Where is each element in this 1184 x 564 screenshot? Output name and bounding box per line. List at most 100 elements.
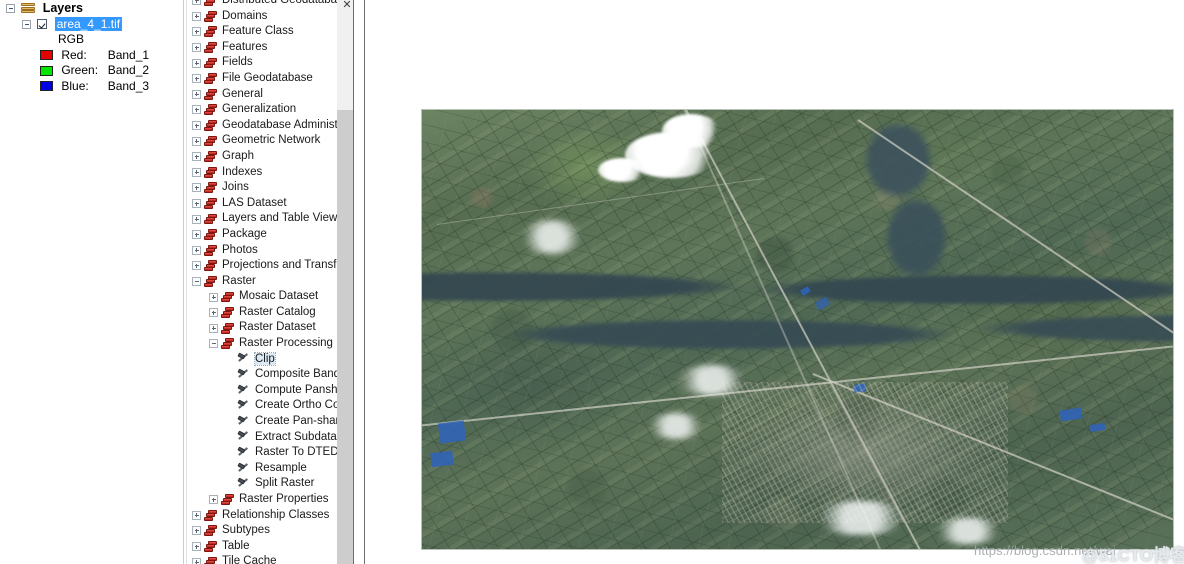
- tree-item-generalization[interactable]: Generalization: [188, 102, 348, 118]
- tree-item-domains[interactable]: Domains: [188, 9, 348, 25]
- tree-item-relationship-classes[interactable]: Relationship Classes: [188, 508, 348, 524]
- tree-item-label: Raster: [222, 274, 256, 287]
- tree-item-distributed-geodataba[interactable]: Distributed Geodataba: [188, 0, 348, 9]
- map-data-view[interactable]: [366, 0, 1184, 564]
- expand-icon[interactable]: [192, 261, 201, 271]
- close-icon[interactable]: ✕: [340, 0, 354, 11]
- tree-item-graph[interactable]: Graph: [188, 149, 348, 165]
- expand-icon[interactable]: [192, 557, 201, 564]
- tree-item-raster-to-dted[interactable]: Raster To DTED: [188, 445, 348, 461]
- red-color-swatch[interactable]: [40, 50, 53, 61]
- layer-visibility-checkbox[interactable]: [37, 19, 48, 30]
- tree-item-photos[interactable]: Photos: [188, 243, 348, 259]
- expand-icon[interactable]: [192, 11, 201, 21]
- arcmap-window: Layers area_4_1.tif RGB Red: Band_1 Gree…: [0, 0, 1184, 564]
- green-color-swatch[interactable]: [40, 65, 53, 76]
- expand-icon[interactable]: [192, 214, 201, 224]
- tree-item-create-ortho-co[interactable]: Create Ortho Co: [188, 398, 348, 414]
- tree-item-create-pan-shar[interactable]: Create Pan-shar: [188, 414, 348, 430]
- toc-band-green[interactable]: Green: Band_2: [0, 63, 183, 79]
- expand-icon[interactable]: [192, 152, 201, 162]
- expand-icon[interactable]: [192, 58, 201, 68]
- tree-item-composite-band[interactable]: Composite Band: [188, 367, 348, 383]
- expand-icon[interactable]: [192, 27, 201, 37]
- tree-item-mosaic-dataset[interactable]: Mosaic Dataset: [188, 289, 348, 305]
- tree-item-raster-properties[interactable]: Raster Properties: [188, 492, 348, 508]
- toc-band-red[interactable]: Red: Band_1: [0, 48, 183, 64]
- tool-icon: [237, 384, 251, 397]
- tree-item-general[interactable]: General: [188, 87, 348, 103]
- toc-band-blue[interactable]: Blue: Band_3: [0, 79, 183, 95]
- expand-icon[interactable]: [192, 89, 201, 99]
- expand-icon[interactable]: [209, 495, 218, 505]
- expand-icon[interactable]: [192, 245, 201, 255]
- expand-icon[interactable]: [192, 510, 201, 520]
- toolbox-tree-list: Distributed Geodataba Domains Feature Clas…: [188, 0, 348, 564]
- tree-scrollbar-track[interactable]: [337, 0, 353, 564]
- tree-item-geometric-network[interactable]: Geometric Network: [188, 133, 348, 149]
- expand-icon[interactable]: [192, 183, 201, 193]
- collapse-icon[interactable]: [192, 276, 201, 286]
- toolbox-icon: [204, 229, 218, 240]
- panel-splitter[interactable]: [183, 0, 187, 564]
- tree-item-package[interactable]: Package: [188, 227, 348, 243]
- toolbox-icon: [204, 151, 218, 163]
- tree-item-resample[interactable]: Resample: [188, 461, 348, 477]
- expand-icon[interactable]: [192, 199, 201, 209]
- tree-item-label: Split Raster: [255, 477, 315, 490]
- layer-name[interactable]: area_4_1.tif: [54, 16, 123, 31]
- toc-root-layers[interactable]: Layers: [0, 0, 183, 17]
- toc-layer-item[interactable]: area_4_1.tif: [0, 16, 183, 33]
- collapse-icon[interactable]: [6, 4, 15, 14]
- collapse-icon[interactable]: [22, 19, 31, 29]
- tree-item-las-dataset[interactable]: LAS Dataset: [188, 196, 348, 212]
- tree-item-compute-pansha[interactable]: Compute Pansha: [188, 383, 348, 399]
- tree-item-clip[interactable]: Clip: [188, 351, 348, 368]
- tree-item-extract-subdatas[interactable]: Extract Subdatas: [188, 430, 348, 446]
- expand-icon[interactable]: [209, 292, 218, 302]
- blue-color-swatch[interactable]: [40, 81, 53, 92]
- tree-item-projections-and-transf[interactable]: Projections and Transf: [188, 258, 348, 274]
- expand-icon[interactable]: [192, 0, 201, 6]
- expand-icon[interactable]: [209, 308, 218, 318]
- expand-icon[interactable]: [192, 43, 201, 53]
- expand-icon[interactable]: [192, 105, 201, 115]
- expand-icon[interactable]: [192, 230, 201, 240]
- tree-item-fields[interactable]: Fields: [188, 55, 348, 71]
- tree-item-raster-dataset[interactable]: Raster Dataset: [188, 320, 348, 336]
- tree-item-feature-class[interactable]: Feature Class: [188, 24, 348, 40]
- expand-icon[interactable]: [192, 74, 201, 84]
- tree-item-label: General: [222, 87, 263, 100]
- layers-icon: [21, 3, 36, 14]
- tree-item-table[interactable]: Table: [188, 539, 348, 555]
- tree-item-label: Tile Cache: [222, 555, 277, 564]
- tree-item-tile-cache[interactable]: Tile Cache: [188, 554, 348, 564]
- expand-icon[interactable]: [192, 167, 201, 177]
- expand-icon[interactable]: [192, 121, 201, 131]
- tree-item-geodatabase-administ[interactable]: Geodatabase Administ: [188, 118, 348, 134]
- tree-item-indexes[interactable]: Indexes: [188, 165, 348, 181]
- tree-scrollbar-thumb[interactable]: [337, 0, 353, 110]
- raster-layer-display[interactable]: [421, 109, 1174, 550]
- tree-item-layers-and-table-view[interactable]: Layers and Table View: [188, 211, 348, 227]
- expand-icon[interactable]: [192, 542, 201, 552]
- expand-icon[interactable]: [209, 323, 218, 333]
- tree-item-label: Raster To DTED: [255, 446, 339, 459]
- toolbox-icon: [204, 10, 218, 22]
- expand-icon[interactable]: [192, 526, 201, 536]
- collapse-icon[interactable]: [209, 339, 218, 349]
- tree-item-file-geodatabase[interactable]: File Geodatabase: [188, 71, 348, 87]
- tree-item-joins[interactable]: Joins: [188, 180, 348, 196]
- toolbox-icon: [221, 307, 235, 318]
- expand-icon[interactable]: [192, 136, 201, 146]
- tree-item-raster-catalog[interactable]: Raster Catalog: [188, 305, 348, 321]
- toolbox-icon: [204, 26, 218, 38]
- tree-item-raster[interactable]: Raster: [188, 274, 348, 290]
- red-channel-label: Red:: [61, 47, 87, 62]
- tree-item-subtypes[interactable]: Subtypes: [188, 523, 348, 539]
- tree-item-split-raster[interactable]: Split Raster: [188, 476, 348, 492]
- tree-item-features[interactable]: Features: [188, 40, 348, 56]
- tree-item-raster-processing[interactable]: Raster Processing: [188, 336, 348, 352]
